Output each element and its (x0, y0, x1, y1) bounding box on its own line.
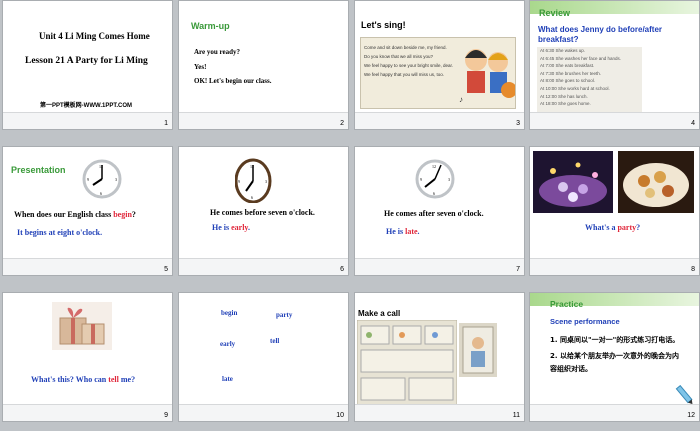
svg-text:9: 9 (238, 179, 240, 184)
slide-heading: Presentation (11, 165, 66, 175)
slide-heading: Let's sing! (361, 20, 406, 30)
point-2: 2. 以给某个朋友举办一次意外的晚会为内容组织对话。 (550, 352, 679, 373)
svg-text:12: 12 (250, 164, 254, 169)
subheading: Scene performance (550, 317, 620, 326)
slide-footer: 1 (3, 112, 172, 129)
word-early: early (220, 340, 236, 348)
slide-number: 8 (691, 266, 695, 273)
slide-footer: 9 (3, 404, 172, 421)
slide-number: 12 (687, 412, 695, 419)
song-image: Come and sit down beside me, my friend. … (360, 37, 516, 109)
line-2: He is late. (386, 227, 420, 236)
slide-number: 4 (691, 120, 695, 127)
clock-icon: 12 3 6 9 (415, 158, 455, 200)
song-lyrics: Come and sit down beside me, my friend. … (364, 45, 453, 77)
slide-thumb-3[interactable]: Let's sing! Come and sit down beside me,… (355, 1, 524, 129)
slide-footer: 6 (179, 258, 348, 275)
slide-thumb-4[interactable]: Review What does Jenny do before/after b… (530, 1, 699, 129)
line-2: Yes! (194, 63, 207, 71)
svg-text:12: 12 (432, 164, 436, 169)
slide-number: 6 (340, 266, 344, 273)
slide-footer: 10 (179, 404, 348, 421)
slide-number: 3 (516, 120, 520, 127)
question: When does our English class begin? (14, 210, 136, 219)
slide-footer: 5 (3, 258, 172, 275)
slide-number: 7 (516, 266, 520, 273)
svg-text:3: 3 (448, 177, 450, 182)
slide-heading: Practice (550, 299, 584, 309)
slide-footer: 3 (355, 112, 524, 129)
slide-footer: 8 (530, 258, 699, 275)
slide-thumb-8[interactable]: What's a party? 8 (530, 147, 699, 275)
answer: It begins at eight o'clock. (17, 228, 103, 237)
svg-text:6: 6 (433, 191, 435, 196)
svg-text:9: 9 (87, 177, 89, 182)
word-begin: begin (221, 309, 238, 317)
line-1: He comes before seven o'clock. (210, 208, 315, 217)
point-1: 1. 同桌间以"一对一"的形式练习打电话。 (550, 336, 680, 344)
line-3: OK! Let's begin our class. (194, 77, 272, 85)
svg-text:9: 9 (420, 177, 422, 182)
slide-footer: 7 (355, 258, 524, 275)
svg-text:3: 3 (115, 177, 117, 182)
slide-footer: 2 (179, 112, 348, 129)
slide-thumb-11[interactable]: Make a call 11 (355, 293, 524, 421)
slide-number: 2 (340, 120, 344, 127)
slide-number: 1 (164, 120, 168, 127)
svg-text:6: 6 (100, 191, 102, 196)
party-photo-1 (533, 151, 613, 213)
word-tell: tell (270, 337, 280, 345)
site-label: 第一PPT模板网-WWW.1PPT.COM (40, 103, 132, 109)
slide-thumb-1[interactable]: Unit 4 Li Ming Comes Home Lesson 21 A Pa… (3, 1, 172, 129)
word-late: late (222, 375, 233, 383)
slide-footer: 12 (530, 404, 699, 421)
question: What's a party? (585, 223, 641, 232)
slide-number: 10 (336, 412, 344, 419)
slide-footer: 4 (530, 112, 699, 129)
svg-text:6: 6 (251, 195, 253, 200)
lesson-title: Lesson 21 A Party for Li Ming (25, 56, 148, 66)
clock-icon: 12 3 6 9 (235, 158, 272, 203)
svg-text:♪: ♪ (459, 95, 463, 104)
slide-heading: Review (539, 8, 571, 18)
slide-thumb-6[interactable]: 12 3 6 9 He comes before seven o'clock. He … (179, 147, 348, 275)
slide-heading: Warm-up (191, 21, 230, 31)
word-party: party (276, 311, 293, 319)
slide-thumb-7[interactable]: 12 3 6 9 He comes after seven o'clock. He i… (355, 147, 524, 275)
schedule-image: At 6:30 She wakes up. At 6:45 She washes… (537, 47, 642, 113)
slide-number: 9 (164, 412, 168, 419)
line-2: He is early. (212, 223, 250, 232)
slide-thumb-12[interactable]: Practice Scene performance 1. 同桌间以"一对一"的… (530, 293, 699, 421)
line-1: Are you ready? (194, 48, 241, 56)
svg-text:12: 12 (99, 164, 103, 169)
slide-thumb-10[interactable]: begin party early tell late 10 (179, 293, 348, 421)
clock-icon: 12 3 6 9 (82, 158, 122, 200)
slide-footer: 11 (355, 404, 524, 421)
slide-heading: Make a call (358, 309, 401, 318)
party-photo-2 (618, 151, 694, 213)
line-1: He comes after seven o'clock. (384, 209, 484, 218)
slide-number: 5 (164, 266, 168, 273)
gift-box-icon (52, 302, 112, 350)
textbook-page-image (357, 320, 457, 406)
question: What's this? Who can tell me? (31, 375, 136, 384)
slide-thumb-9[interactable]: What's this? Who can tell me? 9 (3, 293, 172, 421)
svg-text:3: 3 (265, 179, 267, 184)
slide-thumb-5[interactable]: Presentation 12 3 6 9 When does our English… (3, 147, 172, 275)
unit-title: Unit 4 Li Ming Comes Home (39, 31, 150, 41)
slide-thumb-2[interactable]: Warm-up Are you ready? Yes! OK! Let's be… (179, 1, 348, 129)
slide-number: 11 (512, 412, 520, 419)
phone-call-photo (459, 323, 497, 377)
kids-illustration: ♪ (459, 49, 515, 104)
question: What does Jenny do before/after breakfas… (538, 25, 663, 44)
